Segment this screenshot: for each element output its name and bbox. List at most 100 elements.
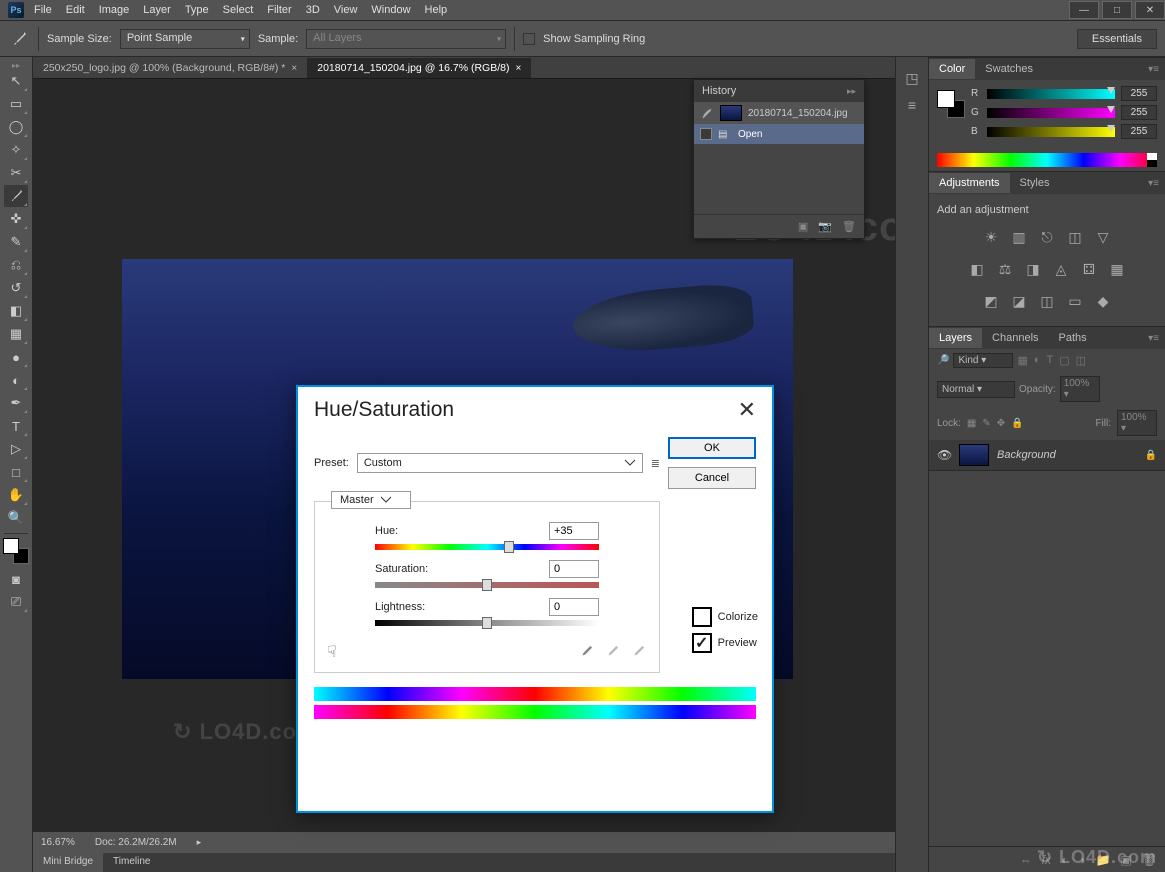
menu-help[interactable]: Help bbox=[425, 4, 448, 16]
g-input[interactable] bbox=[1121, 105, 1157, 120]
channel-mixer-icon[interactable]: ⚃ bbox=[1080, 260, 1098, 278]
color-lookup-icon[interactable]: ▦ bbox=[1108, 260, 1126, 278]
blend-mode-select[interactable]: Normal ▾ bbox=[937, 381, 1015, 398]
levels-icon[interactable]: ▥ bbox=[1010, 228, 1028, 246]
menu-window[interactable]: Window bbox=[371, 4, 410, 16]
menu-layer[interactable]: Layer bbox=[143, 4, 171, 16]
move-tool[interactable]: ↖ bbox=[4, 70, 28, 92]
filter-adjust-icon[interactable]: ◐ bbox=[1034, 354, 1041, 367]
filter-smart-icon[interactable]: ◫ bbox=[1076, 354, 1086, 367]
close-button[interactable]: ✕ bbox=[1135, 1, 1165, 19]
collapse-icon[interactable]: ▸▸ bbox=[847, 86, 856, 97]
magic-wand-tool[interactable]: ✧ bbox=[4, 139, 28, 161]
layer-row[interactable]: 👁 Background 🔒 bbox=[929, 440, 1165, 471]
doc-info[interactable]: Doc: 26.2M/26.2M bbox=[95, 837, 177, 848]
visibility-icon[interactable]: 👁 bbox=[937, 448, 951, 462]
channels-tab[interactable]: Channels bbox=[982, 328, 1048, 348]
panel-menu-icon[interactable]: ▾≡ bbox=[1142, 178, 1165, 189]
type-tool[interactable]: T bbox=[4, 415, 28, 437]
history-item[interactable]: ▤ Open bbox=[694, 124, 864, 144]
menu-3d[interactable]: 3D bbox=[306, 4, 320, 16]
delete-layer-icon[interactable]: 🗑 bbox=[1142, 853, 1157, 867]
menu-image[interactable]: Image bbox=[99, 4, 130, 16]
exposure-icon[interactable]: ◫ bbox=[1066, 228, 1084, 246]
path-select-tool[interactable]: ▷ bbox=[4, 438, 28, 460]
bw-icon[interactable]: ◨ bbox=[1024, 260, 1042, 278]
eraser-tool[interactable]: ◧ bbox=[4, 300, 28, 322]
hand-tool[interactable]: ✋ bbox=[4, 484, 28, 506]
curves-icon[interactable]: ⎋ bbox=[1038, 228, 1056, 246]
quick-mask-tool[interactable]: ◙ bbox=[4, 568, 28, 590]
layers-tab[interactable]: Layers bbox=[929, 328, 982, 348]
brush-tool[interactable]: ✎ bbox=[4, 231, 28, 253]
lightness-input[interactable] bbox=[549, 598, 599, 616]
crop-tool[interactable]: ✂ bbox=[4, 162, 28, 184]
preset-menu-icon[interactable]: ≣ bbox=[651, 457, 660, 470]
menu-edit[interactable]: Edit bbox=[66, 4, 85, 16]
timeline-tab[interactable]: Timeline bbox=[103, 853, 160, 872]
selective-color-icon[interactable]: ◆ bbox=[1094, 292, 1112, 310]
foreground-swatch[interactable] bbox=[3, 538, 19, 554]
menu-filter[interactable]: Filter bbox=[267, 4, 291, 16]
lasso-tool[interactable]: ◯ bbox=[4, 116, 28, 138]
posterize-icon[interactable]: ◪ bbox=[1010, 292, 1028, 310]
preview-checkbox[interactable]: ✓ bbox=[692, 633, 712, 653]
eyedropper-icon[interactable] bbox=[8, 28, 30, 50]
dodge-tool[interactable]: ◐ bbox=[4, 369, 28, 391]
new-layer-icon[interactable]: ▣ bbox=[1120, 853, 1131, 867]
filter-icons[interactable]: ▦ ◐ T ▢ ◫ bbox=[1017, 354, 1086, 367]
zoom-tool[interactable]: 🔍 bbox=[4, 507, 28, 529]
marquee-tool[interactable]: ▭ bbox=[4, 93, 28, 115]
lightness-slider[interactable] bbox=[375, 620, 599, 626]
b-input[interactable] bbox=[1121, 124, 1157, 139]
saturation-slider[interactable] bbox=[375, 582, 599, 588]
document-tab[interactable]: 20180714_150204.jpg @ 16.7% (RGB/8)× bbox=[307, 58, 531, 78]
eyedropper-icon[interactable] bbox=[577, 645, 595, 659]
menu-select[interactable]: Select bbox=[223, 4, 254, 16]
eyedropper-minus-icon[interactable] bbox=[629, 645, 647, 659]
fill-input[interactable]: 100% ▾ bbox=[1117, 410, 1157, 436]
eyedropper-tool[interactable] bbox=[4, 185, 28, 207]
lock-trans-icon[interactable]: ▦ bbox=[967, 418, 976, 429]
panel-menu-icon[interactable]: ▾≡ bbox=[1142, 333, 1165, 344]
dock-icon[interactable]: ≡ bbox=[899, 93, 925, 117]
brightness-icon[interactable]: ☀ bbox=[982, 228, 1000, 246]
b-slider[interactable] bbox=[987, 127, 1115, 137]
gradient-tool[interactable]: ▦ bbox=[4, 323, 28, 345]
link-layers-icon[interactable]: ⇔ bbox=[1020, 853, 1032, 867]
minimize-button[interactable]: — bbox=[1069, 1, 1099, 19]
color-spectrum[interactable] bbox=[937, 153, 1157, 167]
panel-menu-icon[interactable]: ▾≡ bbox=[1142, 64, 1165, 75]
saturation-input[interactable] bbox=[549, 560, 599, 578]
dock-icon[interactable]: ◳ bbox=[899, 66, 925, 90]
adjustments-tab[interactable]: Adjustments bbox=[929, 173, 1010, 193]
tab-close-icon[interactable]: × bbox=[515, 63, 521, 74]
new-snapshot-icon[interactable]: 📷 bbox=[818, 220, 832, 233]
layer-fx-icon[interactable]: fx bbox=[1042, 853, 1051, 867]
filter-shape-icon[interactable]: ▢ bbox=[1059, 354, 1069, 367]
rectangle-tool[interactable]: □ bbox=[4, 461, 28, 483]
pen-tool[interactable]: ✒ bbox=[4, 392, 28, 414]
menu-type[interactable]: Type bbox=[185, 4, 209, 16]
foreground-background-swatches[interactable] bbox=[3, 538, 29, 564]
hue-input[interactable] bbox=[549, 522, 599, 540]
invert-icon[interactable]: ◩ bbox=[982, 292, 1000, 310]
history-brush-tool[interactable]: ↺ bbox=[4, 277, 28, 299]
gradient-map-icon[interactable]: ▭ bbox=[1066, 292, 1084, 310]
threshold-icon[interactable]: ◫ bbox=[1038, 292, 1056, 310]
layer-thumbnail[interactable] bbox=[959, 444, 989, 466]
styles-tab[interactable]: Styles bbox=[1010, 173, 1060, 193]
blur-tool[interactable]: ● bbox=[4, 346, 28, 368]
filter-kind-select[interactable]: Kind ▾ bbox=[953, 353, 1013, 368]
photo-filter-icon[interactable]: ◬ bbox=[1052, 260, 1070, 278]
new-group-icon[interactable]: 📁 bbox=[1095, 853, 1110, 867]
paths-tab[interactable]: Paths bbox=[1049, 328, 1097, 348]
new-doc-from-state-icon[interactable]: ▣ bbox=[798, 220, 808, 233]
hue-icon[interactable]: ◧ bbox=[968, 260, 986, 278]
lock-move-icon[interactable]: ✥ bbox=[997, 418, 1005, 429]
channel-select[interactable]: Master bbox=[331, 491, 411, 509]
hue-slider[interactable] bbox=[375, 544, 599, 550]
mini-bridge-tab[interactable]: Mini Bridge bbox=[33, 853, 103, 872]
preset-select[interactable]: Custom bbox=[357, 453, 643, 473]
history-snapshot[interactable]: 20180714_150204.jpg bbox=[694, 102, 864, 124]
